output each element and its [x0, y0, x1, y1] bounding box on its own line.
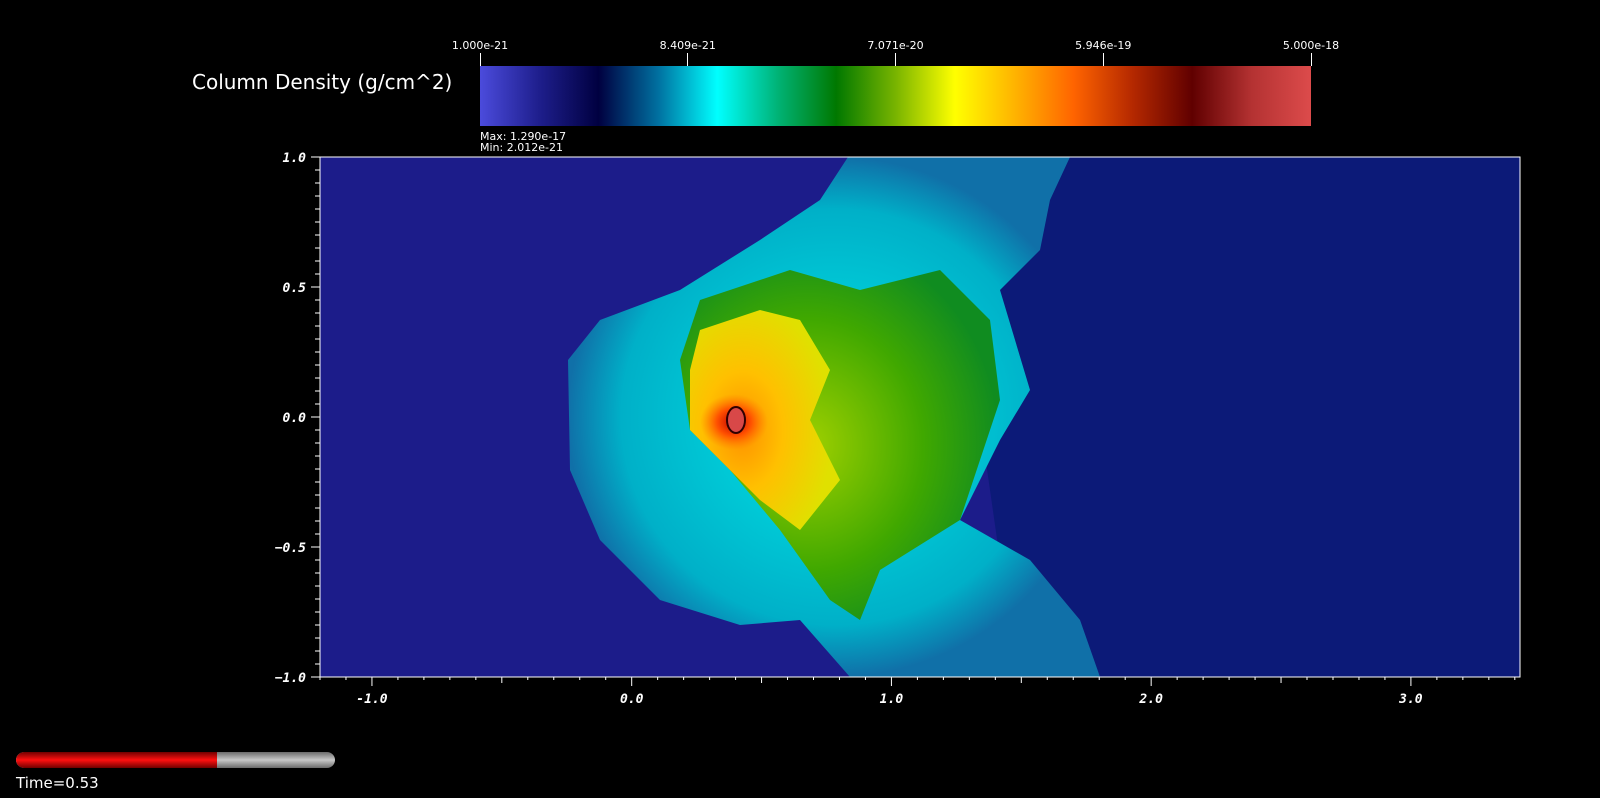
- y-tick-label: 0.0: [283, 411, 307, 426]
- x-tick-label: 3.0: [1398, 692, 1423, 707]
- x-tick-label: 1.0: [880, 692, 904, 707]
- x-tick-label: 2.0: [1138, 692, 1163, 707]
- x-tick-label: -1.0: [356, 692, 387, 707]
- time-progress-fill: [16, 752, 217, 768]
- column-density-plot: -1.0 0.0 1.0 2.0 3.0 1.0 0.5 0.0 −0.5 −1.0: [275, 151, 1521, 707]
- x-tick-label: 0.0: [620, 692, 644, 707]
- y-tick-label: −0.5: [275, 541, 306, 556]
- time-label: Time=0.53: [16, 774, 99, 792]
- y-tick-label: 1.0: [283, 151, 307, 166]
- sink-particle: [726, 406, 746, 434]
- y-tick-label: 0.5: [283, 281, 307, 296]
- y-tick-label: −1.0: [275, 671, 306, 686]
- time-progress-bar: [16, 752, 335, 768]
